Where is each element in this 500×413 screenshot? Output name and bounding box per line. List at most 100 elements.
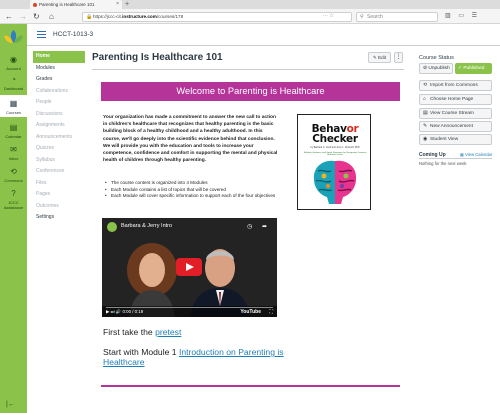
nav-help-label: JCCC Assistance [3,200,24,210]
hamburger-icon[interactable] [37,31,46,38]
home-icon: ⌂ [423,97,426,102]
book-subtitle: Reliable Guidance and Smart Strategies f… [303,152,367,156]
video-controls: ▶ ⏭ 🔊 0:00 / 0:19 YouTube ⛶ [102,306,277,317]
course-status-heading: Course Status [419,55,454,61]
channel-avatar[interactable] [107,222,117,232]
unpublish-button[interactable]: ⊘ Unpublish [419,63,453,74]
nav-courses[interactable]: ▦ Courses [0,95,27,117]
student-view-icon: ◉ [423,137,428,142]
student-view-button[interactable]: ◉ Student View [419,134,492,145]
nav-calendar[interactable]: ▤ Calendar [0,122,27,140]
nav-dashboard[interactable]: ◔ Dashboard [0,74,27,92]
browser-tab[interactable]: Parenting is Healthcare 101 × [30,0,122,9]
view-course-stream-button[interactable]: ▤ View Course Stream [419,108,492,119]
course-nav-home[interactable]: Home [33,51,85,63]
choose-home-page-button[interactable]: ⌂ Choose Home Page [419,94,492,105]
back-icon[interactable]: ← [5,11,13,22]
book-cover-image: Behavor Checker by Barbara C. Greif and J… [297,114,371,210]
bullet-item: Each Module will cover specific informat… [103,193,283,200]
page-title: Parenting Is Healthcare 101 [92,52,223,63]
view-calendar-link[interactable]: ▦ View Calendar [460,152,492,157]
new-tab-button[interactable]: + [125,0,129,9]
reload-icon[interactable]: ↻ [33,11,40,22]
title-divider [92,69,404,70]
published-button[interactable]: ✓ Published [455,63,492,74]
inbox-icon: ✉ [10,145,17,154]
share-icon[interactable]: ◷ ➦ [247,223,271,230]
footer-divider [101,385,400,387]
stream-icon: ▤ [423,111,428,116]
fullscreen-icon[interactable]: ⛶ [269,309,273,315]
video-title[interactable]: Barbara & Jerry Intro [121,223,172,229]
book-title: Behavor Checker [311,123,359,145]
announcement-icon: ✎ [423,124,428,129]
browser-tab-bar: Parenting is Healthcare 101 × + [0,0,500,9]
page-actions-icon[interactable]: ⋯ ☆ [323,13,334,19]
pretest-line: First take the pretest [103,327,182,337]
nav-courses-label: Courses [6,110,21,115]
import-commons-button[interactable]: ⟲ Import from Commons [419,80,492,91]
new-announcement-button[interactable]: ✎ New Announcement [419,121,492,132]
bullet-list: The course content is organized into 4 M… [103,180,283,200]
more-options-button[interactable]: ⋮ [394,52,403,63]
forward-icon[interactable]: → [19,11,27,22]
bullet-item: Each Module contains a list of topics th… [103,187,283,194]
course-nav-pages[interactable]: Pages [33,189,85,201]
coming-up-empty-text: Nothing for the next week [419,161,467,166]
collapse-nav-icon[interactable]: |← [6,401,15,408]
url-domain: instructure.com [122,13,157,19]
course-nav-quizzes[interactable]: Quizzes [33,143,85,155]
edit-button[interactable]: ✎ Edit [368,52,391,63]
video-progress-bar[interactable] [106,307,273,308]
nav-inbox[interactable]: ✉ Inbox [0,144,27,162]
browser-toolbar: ← → ↻ ⌂ 🔒 https://jccc-cit.instructure.co… [0,9,500,24]
course-nav-outcomes[interactable]: Outcomes [33,201,85,213]
course-nav-collaborations[interactable]: Collaborations [33,86,85,98]
search-input[interactable]: ⚲ Search [356,11,438,22]
toolbar-icons[interactable]: ▥ ▭ ☰ [445,12,480,19]
course-nav-modules[interactable]: Modules [33,63,85,75]
welcome-banner: Welcome to Parenting is Healthcare [101,82,400,101]
global-nav: ◉ Account ◔ Dashboard ▦ Courses ▤ Calendar ✉… [0,24,27,413]
course-nav-syllabus[interactable]: Syllabus [33,155,85,167]
close-tab-icon[interactable]: × [116,0,119,9]
nav-help[interactable]: ? JCCC Assistance [0,188,27,214]
logo-icon[interactable] [2,28,25,46]
course-nav-announcements[interactable]: Announcements [33,132,85,144]
course-nav-people[interactable]: People [33,97,85,109]
search-icon: ⚲ [360,13,364,20]
course-nav-settings[interactable]: Settings [33,212,85,224]
course-nav-grades[interactable]: Grades [33,74,85,86]
commons-icon: ⟲ [423,83,428,88]
module1-line: Start with Module 1 Introduction on Pare… [103,347,284,367]
calendar-icon: ▤ [9,123,18,132]
course-header: HCCT-1013-3 [27,24,500,46]
favicon-icon [33,2,37,7]
youtube-logo[interactable]: YouTube [240,309,261,315]
course-nav-assignments[interactable]: Assignments [33,120,85,132]
home-icon[interactable]: ⌂ [49,11,54,22]
course-nav-conferences[interactable]: Conferences [33,166,85,178]
nav-account[interactable]: ◉ Account [0,54,27,72]
video-time: ▶ ⏭ 🔊 0:00 / 0:19 [106,309,144,314]
coming-up-divider [419,158,492,159]
search-placeholder: Search [367,13,383,20]
book-authors: by Barbara C. Greif and Jerry L. Wyckoff… [310,146,360,149]
breadcrumb[interactable]: HCCT-1013-3 [53,29,93,40]
video-thumbnail [102,218,277,317]
help-icon: ? [11,189,16,198]
video-player[interactable]: Barbara & Jerry Intro ◷ ➦ ▶ ⏭ 🔊 0:00 / 0… [102,218,277,317]
lock-icon: 🔒 [86,13,93,20]
course-nav: Home Modules Grades Collaborations Peopl… [33,51,85,224]
nav-calendar-label: Calendar [5,134,22,139]
course-nav-files[interactable]: Files [33,178,85,190]
commons-icon: ⟲ [10,167,17,176]
dashboard-icon: ◔ [11,75,16,84]
pretest-link[interactable]: pretest [155,327,181,337]
url-bar[interactable]: 🔒 https://jccc-cit.instructure.com/course… [82,11,352,22]
nav-account-label: Account [6,66,21,71]
brain-illustration-icon [313,160,357,204]
course-nav-discussions[interactable]: Discussions [33,109,85,121]
nav-commons[interactable]: ⟲ Commons [0,166,27,184]
nav-dashboard-label: Dashboard [3,86,24,91]
